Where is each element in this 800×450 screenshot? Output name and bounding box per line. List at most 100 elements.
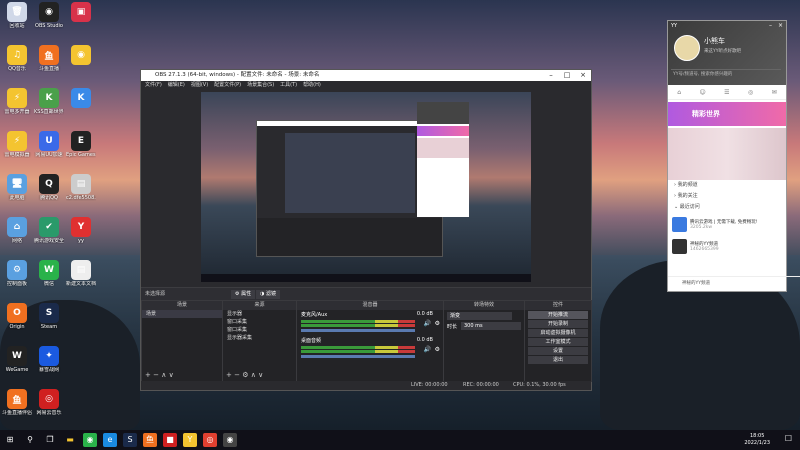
desktop-icon[interactable]: Yyy [66,217,96,244]
source-item[interactable]: 窗口采集 [223,318,296,326]
desktop-icon[interactable]: W WeGame [2,346,32,373]
menu-my-follows[interactable]: › 我的关注 [668,191,786,202]
gear-icon[interactable]: ⚙ [435,320,440,327]
recent-item[interactable]: 腾讯云游戏 | 无需下载, 免费畅玩! 3205.2kw [668,213,786,235]
transition-select[interactable]: 渐变 [447,312,512,320]
desktop-icon[interactable]: ✦ 暴雪战网 [34,346,64,373]
menu-recent[interactable]: ⌄ 最近访问 [668,202,786,213]
yy-banner[interactable]: 精彩世界 [668,102,786,126]
game-icon[interactable]: ◎ [748,89,753,96]
douyu-icon[interactable]: 鱼 [143,433,157,447]
desktop-icon[interactable]: 🖥 此电脑 [2,174,32,201]
obs-preview[interactable] [201,92,531,282]
menu-my-channels[interactable]: › 我的频道 [668,180,786,191]
obs-window[interactable]: OBS 27.1.3 (64-bit, windows) - 配置文件: 未命名… [140,69,592,391]
desktop-icon[interactable]: ⌂ 网络 [2,217,32,244]
move-up-icon[interactable]: ∧ [161,371,166,379]
steam-icon[interactable]: S [123,433,137,447]
desktop-icon[interactable]: O Origin [2,303,32,330]
menu-edit[interactable]: 编辑(E) [168,81,185,90]
maximize-icon[interactable]: □ [559,70,575,81]
desktop-icon[interactable]: ✔腾讯游戏安全服务 [34,217,64,244]
task-view-icon[interactable]: ❐ [43,433,57,447]
settings-button[interactable]: 设置 [528,347,588,355]
studio-mode-button[interactable]: 工作室模式 [528,338,588,346]
filters-button[interactable]: ◑ 滤镜 [256,290,280,299]
move-down-icon[interactable]: ∨ [169,371,174,379]
notification-icon[interactable]: ☐ [785,434,792,443]
chrome-icon[interactable]: ◎ [203,433,217,447]
desktop-icon[interactable]: ⚙ 控制面板 [2,260,32,287]
contacts-icon[interactable]: ☺ [699,89,705,96]
volume-slider[interactable] [301,355,415,358]
desktop-icon[interactable]: ▣ [66,2,96,23]
desktop-icon[interactable]: ♫ QQ音乐 [2,45,32,72]
properties-button[interactable]: ⚙ 属性 [231,290,256,299]
close-icon[interactable]: × [575,70,591,81]
desktop-icon[interactable]: 🗑 回收站 [2,2,32,29]
menu-profile[interactable]: 配置文件(P) [214,81,241,90]
desktop-icon[interactable]: 鱼斗鱼直播 [34,45,64,72]
gear-icon[interactable]: ⚙ [435,346,440,353]
system-clock[interactable]: 18:05 2022/1/23 [744,433,770,447]
remove-source-icon[interactable]: − [234,371,240,379]
scene-item[interactable]: 场景 [142,310,222,318]
desktop-icon[interactable]: Q 腾讯QQ [34,174,64,201]
obs-title-bar[interactable]: OBS 27.1.3 (64-bit, windows) - 配置文件: 未命名… [141,70,591,81]
move-up-icon[interactable]: ∧ [251,371,256,379]
minimize-icon[interactable]: – [769,22,772,29]
move-down-icon[interactable]: ∨ [258,371,263,379]
menu-help[interactable]: 帮助(H) [303,81,321,90]
desktop-icon[interactable]: ⚡ 雷电多开器 [2,88,32,115]
desktop-icon[interactable]: W 微信 [34,260,64,287]
yy-icon[interactable]: Y [183,433,197,447]
duration-input[interactable]: 300 ms [461,322,521,330]
desktop-icon[interactable]: EEpic Games Launcher [66,131,96,158]
add-scene-icon[interactable]: + [145,371,151,379]
remove-scene-icon[interactable]: − [153,371,159,379]
close-icon[interactable]: × [778,22,783,29]
menu-file[interactable]: 文件(F) [145,81,162,90]
speaker-icon[interactable]: 🔊 [424,346,431,353]
uu-accelerator-icon[interactable]: ◉ [83,433,97,447]
menu-scene-collection[interactable]: 场景集合(S) [247,81,274,90]
desktop-icon[interactable]: KKSS直邮世界卡牌游戏 [34,88,64,115]
start-streaming-button[interactable]: 开始推流 [528,311,588,319]
source-settings-icon[interactable]: ⚙ [242,371,248,379]
home-icon[interactable]: ⌂ [677,89,681,96]
menu-view[interactable]: 视图(V) [191,81,208,90]
desktop-icon[interactable]: 鱼斗鱼直播伴侣 [2,389,32,416]
start-virtual-camera-button[interactable]: 启动虚拟摄像机 [528,329,588,337]
source-item[interactable]: 显示器 [223,310,296,318]
windows-start-icon[interactable]: ⊞ [3,433,17,447]
menu-tools[interactable]: 工具(T) [280,81,297,90]
desktop-icon[interactable]: S Steam [34,303,64,330]
source-item[interactable]: 显示器采集 [223,334,296,342]
file-explorer-icon[interactable]: ▬ [63,433,77,447]
yy-panel[interactable]: YY – × 小熊车 来这YY听点好歌吧 YY号/频道号, 搜索你感兴趣的 ⌂ … [667,20,800,292]
tool-icon[interactable]: ■ [163,433,177,447]
obs-icon[interactable]: ◉ [223,433,237,447]
message-icon[interactable]: ✉ [772,89,777,96]
edge-icon[interactable]: e [103,433,117,447]
channel-icon[interactable]: ☰ [724,89,729,96]
exit-button[interactable]: 退出 [528,356,588,364]
speaker-icon[interactable]: 🔊 [424,320,431,327]
desktop-icon[interactable]: ▤ 新建文本文档 [66,260,96,287]
add-source-icon[interactable]: + [226,371,232,379]
avatar[interactable] [674,35,700,61]
minimize-icon[interactable]: – [543,70,559,81]
desktop-icon[interactable]: ⚡ 雷电模拟器 [2,131,32,158]
search-input[interactable]: YY号/频道号, 搜索你感兴趣的 [671,69,781,80]
yy-promo-image[interactable] [668,128,786,180]
search-icon[interactable]: ⚲ [23,433,37,447]
desktop-icon[interactable]: ◉ OBS Studio [34,2,64,29]
username[interactable]: 小熊车 [704,36,725,46]
desktop-icon[interactable]: U 网易UU加速 [34,131,64,158]
desktop-icon[interactable]: K [66,88,96,109]
recent-item[interactable]: 神秘的YY频道 1462665399 [668,235,786,257]
desktop-icon[interactable]: ◎ 网易云音乐 [34,389,64,416]
source-item[interactable]: 窗口采集 [223,326,296,334]
desktop-icon[interactable]: ▤ c2.dfe5508... [66,174,96,201]
desktop-icon[interactable]: ◉ [66,45,96,66]
